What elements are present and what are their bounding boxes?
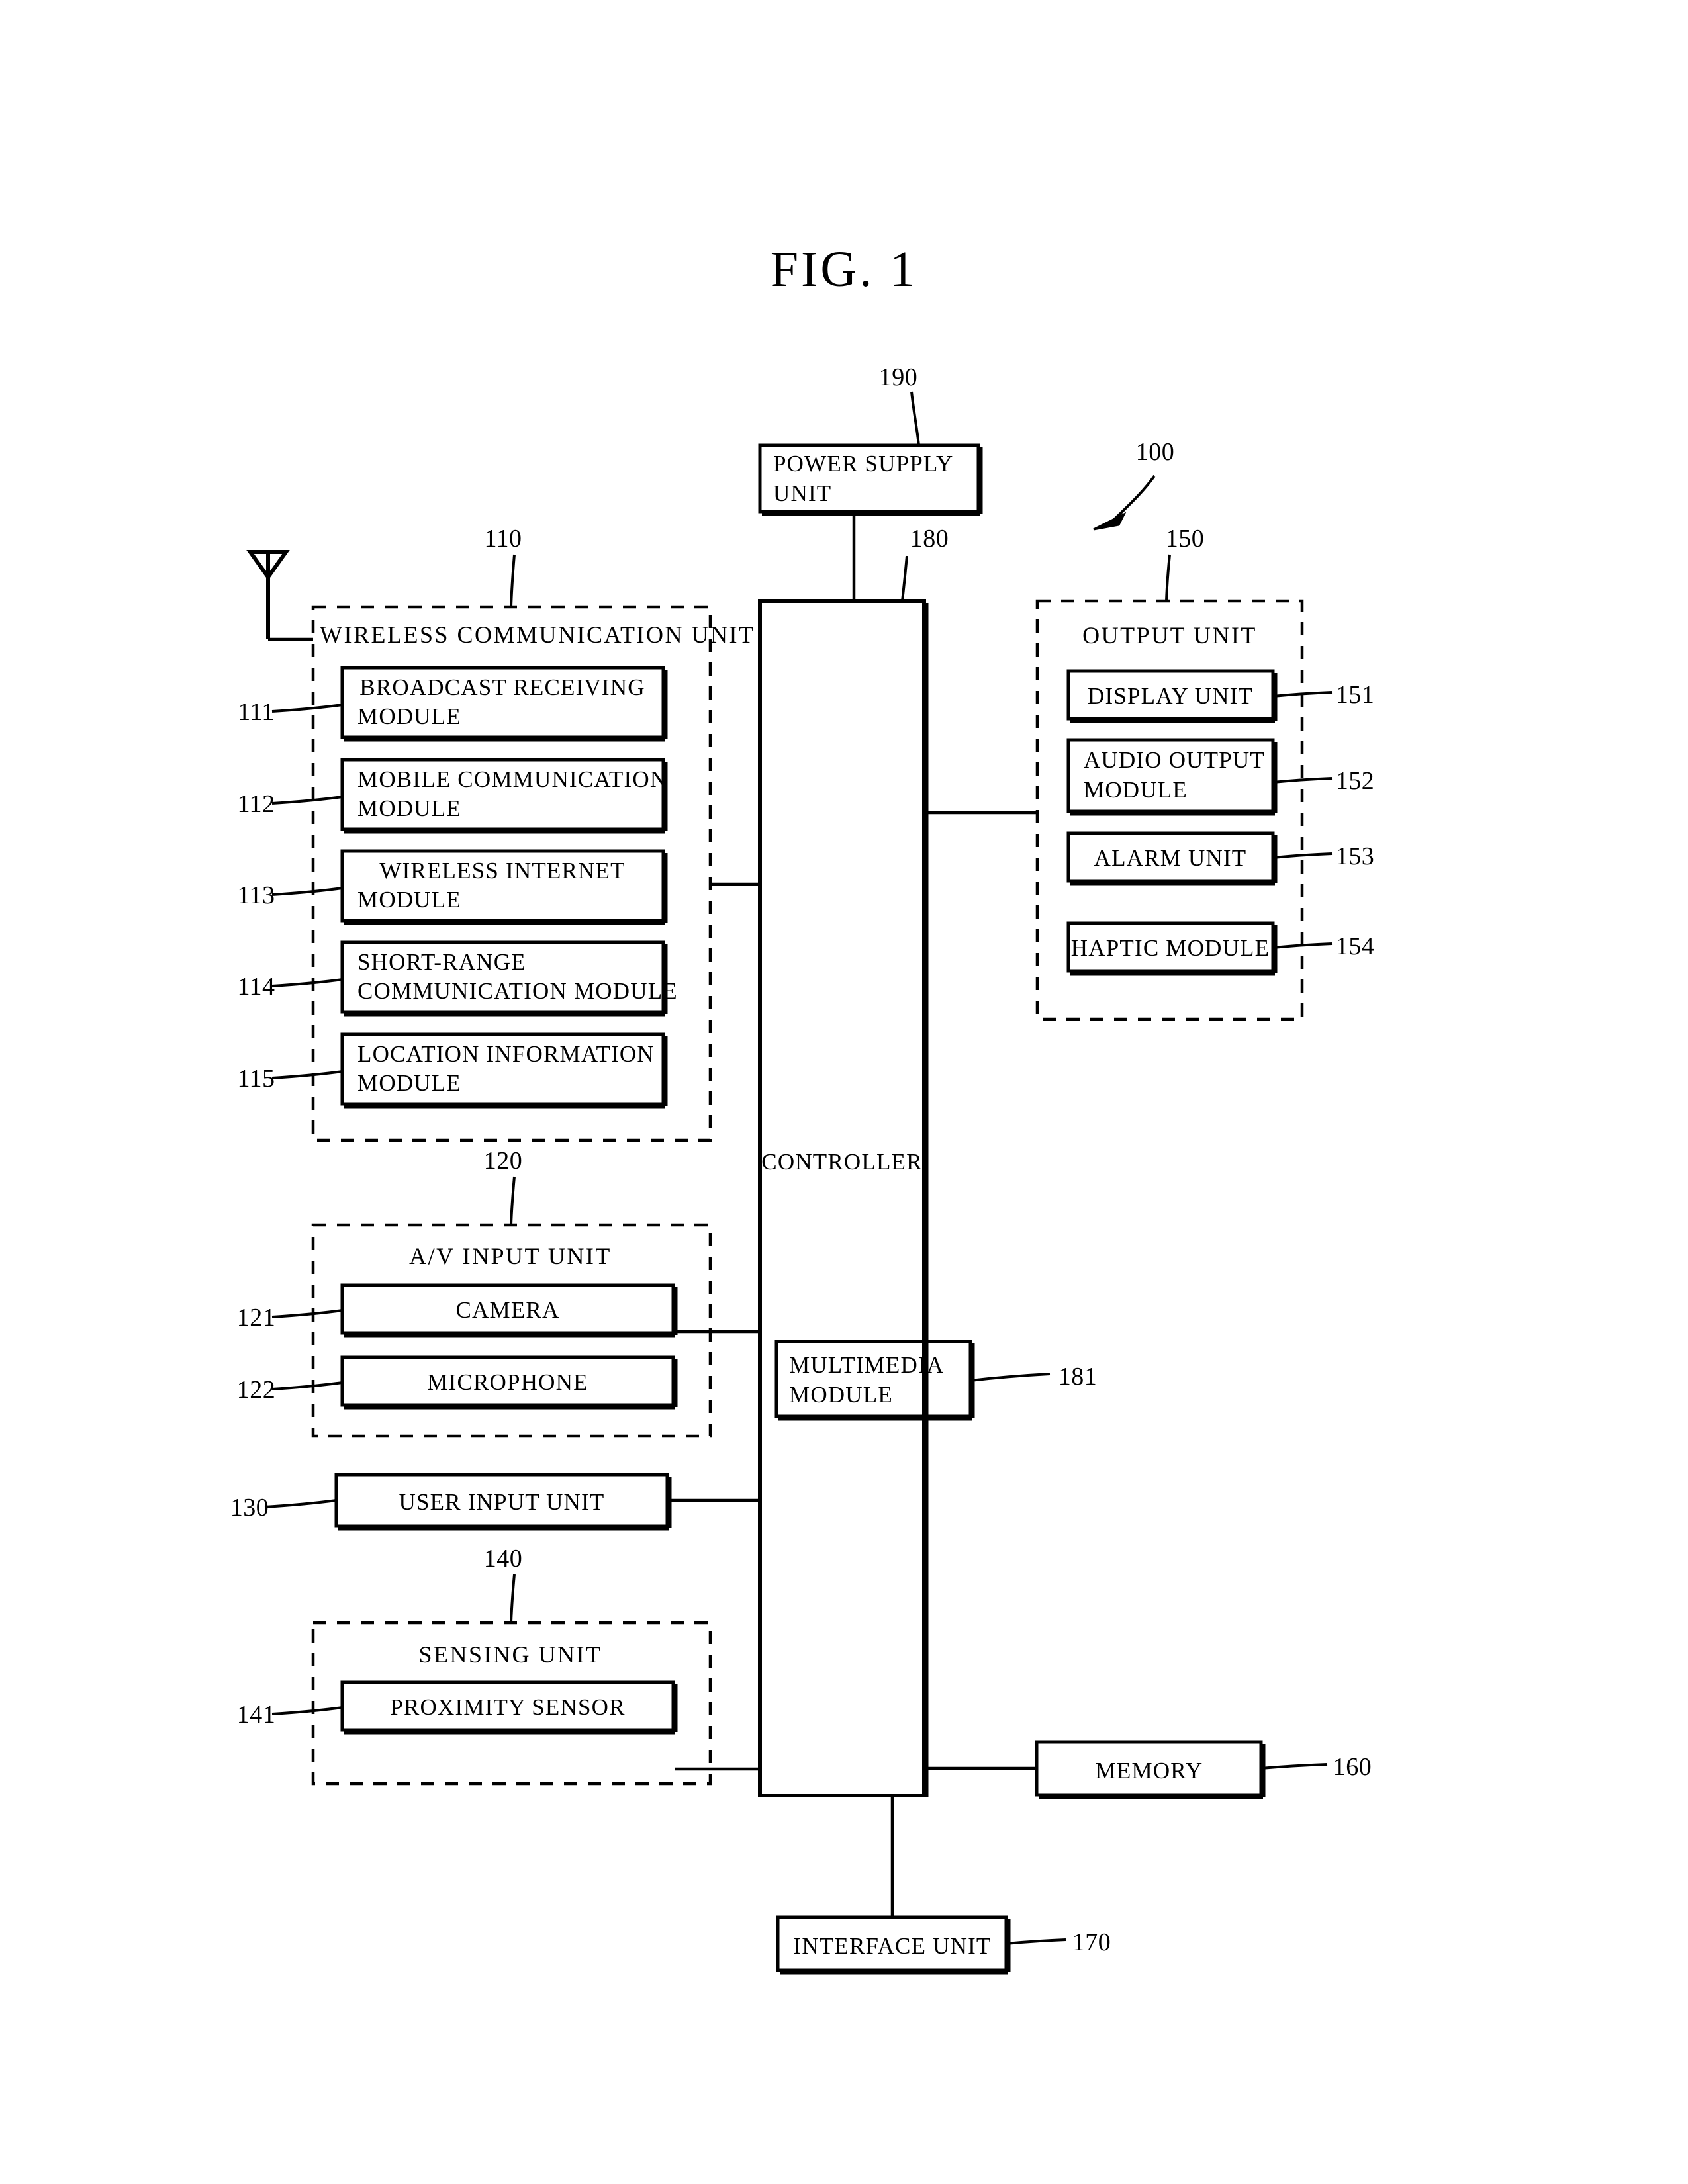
sensing-unit-title: SENSING UNIT	[419, 1641, 602, 1668]
memory-label: MEMORY	[1096, 1758, 1203, 1784]
module-114-line1: SHORT-RANGE	[357, 949, 526, 975]
module-111-line1: BROADCAST RECEIVING	[359, 674, 645, 700]
ref-160: 160	[1333, 1753, 1372, 1781]
module-151-label: DISPLAY UNIT	[1088, 683, 1253, 709]
module-112-line2: MODULE	[357, 796, 461, 821]
ref-121: 121	[237, 1304, 276, 1332]
figure-page: FIG. 1 POWER SUPPLY UNIT 190 100 CONTROL…	[0, 0, 1688, 2184]
ref-110: 110	[484, 525, 522, 553]
ref-113: 113	[237, 882, 275, 909]
module-121-label: CAMERA	[456, 1297, 560, 1323]
ref-151: 151	[1336, 681, 1375, 709]
module-152-line2: MODULE	[1084, 777, 1188, 803]
ref-181: 181	[1058, 1363, 1098, 1390]
controller-label: CONTROLLER	[761, 1149, 922, 1175]
module-112-line1: MOBILE COMMUNICATION	[357, 766, 667, 792]
user-input-unit-label: USER INPUT UNIT	[399, 1489, 605, 1515]
multimedia-label-line2: MODULE	[789, 1382, 893, 1408]
antenna-icon	[246, 550, 313, 641]
output-unit-title: OUTPUT UNIT	[1082, 622, 1257, 649]
diagram-canvas: FIG. 1 POWER SUPPLY UNIT 190 100 CONTROL…	[230, 242, 1375, 1975]
power-supply-label-line1: POWER SUPPLY	[773, 451, 953, 477]
ref-190: 190	[879, 363, 918, 391]
ref-112: 112	[237, 790, 275, 818]
ref-154: 154	[1336, 933, 1375, 960]
ref-180: 180	[910, 525, 949, 553]
interface-unit-label: INTERFACE UNIT	[793, 1933, 991, 1959]
ref-120: 120	[484, 1147, 523, 1175]
ref-115: 115	[237, 1065, 275, 1093]
ref-170: 170	[1072, 1929, 1111, 1956]
ref-153: 153	[1336, 842, 1375, 870]
module-154-label: HAPTIC MODULE	[1071, 935, 1270, 961]
ref-141: 141	[237, 1701, 276, 1729]
module-115-line1: LOCATION INFORMATION	[357, 1041, 655, 1067]
module-122-label: MICROPHONE	[427, 1369, 588, 1395]
power-supply-label-line2: UNIT	[773, 480, 831, 506]
wireless-communication-unit-title: WIRELESS COMMUNICATION UNIT	[320, 621, 755, 648]
controller-box	[758, 599, 926, 1797]
module-111-line2: MODULE	[357, 704, 461, 729]
ref-114: 114	[237, 973, 275, 1001]
av-input-unit-title: A/V INPUT UNIT	[409, 1243, 612, 1269]
module-152-line1: AUDIO OUTPUT	[1084, 747, 1265, 773]
module-115-line2: MODULE	[357, 1070, 461, 1096]
multimedia-label-line1: MULTIMEDIA	[789, 1352, 944, 1378]
ref-130: 130	[230, 1494, 269, 1522]
ref-150: 150	[1166, 525, 1205, 553]
module-113-line1: WIRELESS INTERNET	[379, 858, 625, 884]
module-141-label: PROXIMITY SENSOR	[390, 1694, 625, 1720]
module-114-line2: COMMUNICATION MODULE	[357, 978, 678, 1004]
module-153-label: ALARM UNIT	[1094, 845, 1247, 871]
module-113-line2: MODULE	[357, 887, 461, 913]
system-ref-arrow	[1093, 475, 1156, 531]
ref-111: 111	[238, 698, 275, 726]
ref-122: 122	[237, 1376, 276, 1404]
figure-title: FIG. 1	[771, 242, 917, 297]
ref-140: 140	[484, 1545, 523, 1572]
ref-152: 152	[1336, 767, 1375, 795]
ref-100: 100	[1136, 438, 1175, 466]
